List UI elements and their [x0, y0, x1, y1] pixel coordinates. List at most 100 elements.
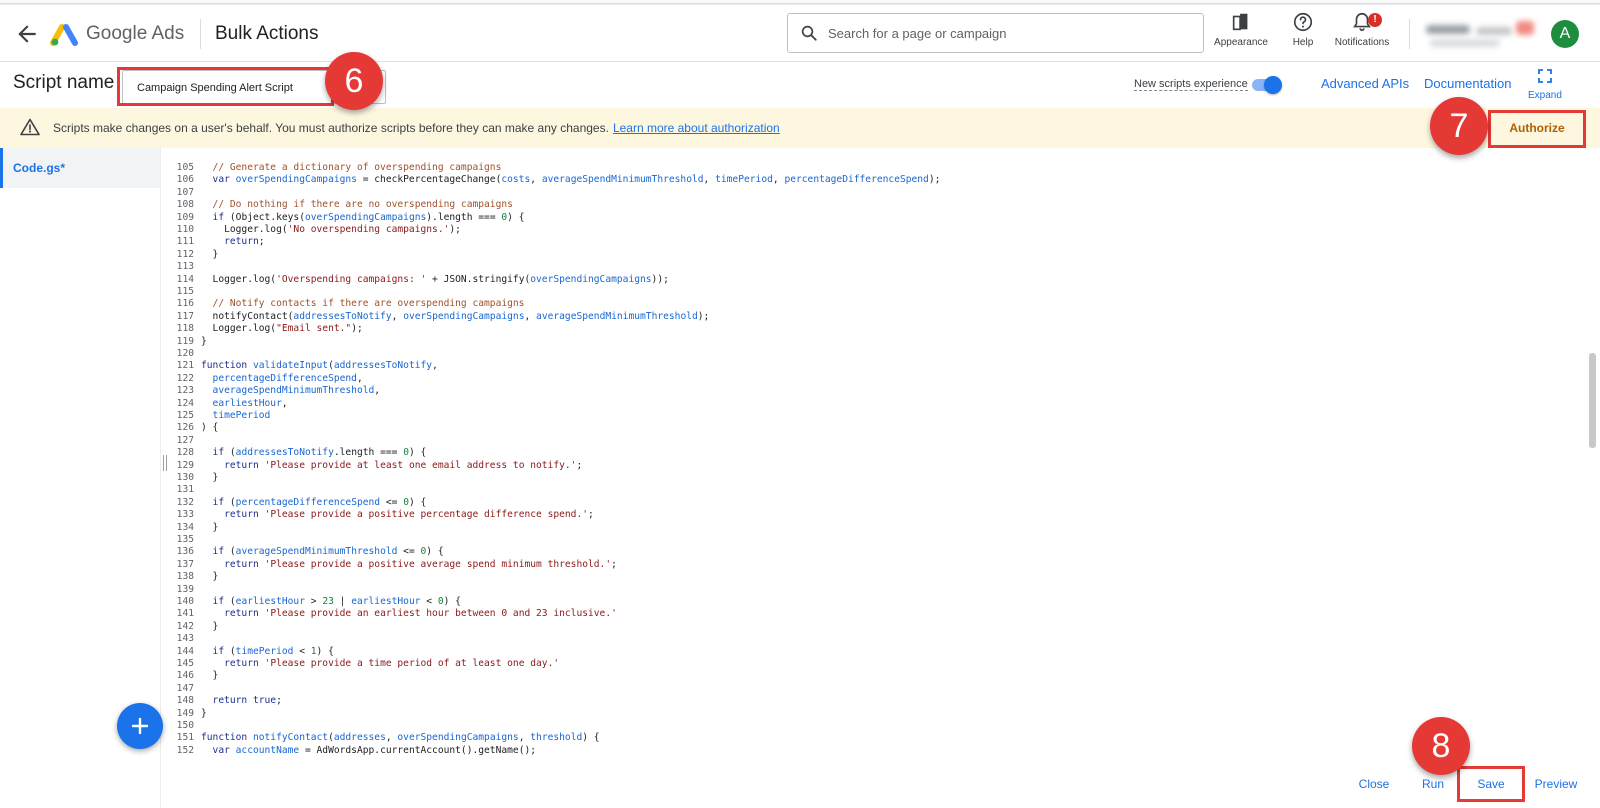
new-scripts-experience-toggle[interactable] [1250, 76, 1282, 94]
line-number: 143 [176, 633, 194, 645]
code-token: } [201, 670, 219, 682]
code-token: overSpendingCampaigns [235, 174, 357, 186]
help-button[interactable]: Help [1286, 11, 1320, 57]
scrollbar-thumb[interactable] [1589, 353, 1596, 448]
back-arrow-icon[interactable] [14, 21, 40, 47]
line-number: 128 [176, 447, 194, 459]
code-line: 119} [170, 336, 207, 348]
expand-button[interactable]: Expand [1528, 68, 1562, 101]
line-number: 107 [176, 186, 194, 198]
code-line: 121 function validateInput(addressesToNot… [170, 360, 438, 372]
code-token: notifyContact [252, 732, 329, 744]
code-line: 127 [170, 435, 201, 447]
code-token: .length === [333, 447, 404, 459]
add-file-button[interactable] [117, 703, 163, 749]
line-number: 142 [176, 620, 194, 632]
close-button[interactable]: Close [1348, 770, 1400, 798]
code-token: 'No overspending campaigns.' [287, 224, 450, 235]
warning-icon [20, 118, 40, 136]
code-token: addresses [333, 732, 386, 744]
line-number: 122 [176, 372, 194, 384]
code-token: 'Please provide an earliest hour between… [264, 608, 617, 620]
code-line: 142 } [170, 620, 219, 633]
search-icon [801, 25, 817, 41]
header-divider [200, 19, 201, 49]
code-token: if [201, 546, 230, 558]
code-token: if [201, 211, 230, 223]
editor-scrollbar[interactable] [1586, 148, 1600, 763]
line-number: 130 [176, 472, 194, 483]
google-ads-logo[interactable] [50, 21, 78, 47]
line-number: 116 [176, 298, 194, 310]
line-number: 108 [176, 199, 194, 211]
code-token: timePeriod [201, 410, 271, 421]
code-line: 118 Logger.log("Email sent."); [170, 323, 363, 335]
line-number: 136 [176, 546, 194, 558]
code-token: timePeriod [235, 645, 294, 657]
pane-resize-handle[interactable] [163, 455, 168, 471]
avatar[interactable]: A [1551, 20, 1579, 48]
code-token: )); [651, 273, 669, 285]
code-token: , [772, 174, 785, 186]
appearance-button[interactable]: Appearance [1211, 11, 1271, 57]
line-number: 112 [176, 248, 194, 260]
code-editor[interactable]: 105 // Generate a dictionary of overspen… [170, 148, 1586, 763]
advanced-apis-link[interactable]: Advanced APIs [1321, 76, 1409, 91]
search-input[interactable] [826, 22, 1190, 44]
code-token: ); [449, 224, 461, 235]
highlight-save [1457, 766, 1525, 802]
notification-badge: ! [1368, 13, 1382, 27]
code-line: 144 if (timePeriod < 1) { [170, 646, 334, 658]
code-token: earliestHour [201, 397, 282, 409]
code-line: 149} [170, 708, 207, 720]
authorization-banner: Scripts make changes on a user's behalf.… [0, 108, 1600, 148]
code-token: , [356, 372, 363, 384]
code-token: } [201, 335, 207, 347]
code-token: ) { [408, 496, 427, 508]
code-token: averageSpendMinimumThreshold [536, 310, 698, 322]
search-box[interactable] [787, 13, 1204, 53]
code-token: "Email sent." [276, 323, 352, 335]
notifications-button[interactable]: ! Notifications [1330, 11, 1394, 57]
code-token: (Object.keys( [229, 211, 305, 223]
code-token: Logger.log( [201, 323, 277, 335]
file-item-code-gs[interactable]: Code.gs* [0, 148, 160, 188]
learn-more-authorization-link[interactable]: Learn more about authorization [613, 121, 780, 135]
code-token: return [201, 459, 265, 471]
code-token: if [201, 645, 230, 657]
code-token: <= [380, 496, 404, 508]
line-number: 141 [176, 608, 194, 620]
code-token: if [201, 496, 230, 508]
line-number: 111 [176, 236, 194, 248]
line-number: 152 [176, 744, 194, 756]
documentation-link[interactable]: Documentation [1424, 76, 1511, 91]
code-token: <= [397, 546, 421, 558]
help-icon [1293, 12, 1313, 32]
line-number: 105 [176, 162, 194, 173]
code-token: 'Please provide a positive average spend… [264, 558, 612, 570]
top-app-bar: Google Ads Bulk Actions Appearance Help … [0, 5, 1600, 62]
code-token: ; [258, 236, 265, 248]
code-token: , [374, 385, 381, 397]
code-token: percentageDifferenceSpend [201, 372, 357, 384]
code-token: + JSON.stringify( [426, 273, 531, 285]
code-line: 152 var accountName = AdWordsApp.current… [170, 745, 536, 757]
code-token: return [201, 658, 265, 669]
line-number: 132 [176, 496, 194, 508]
line-number: 115 [176, 286, 194, 297]
code-line: 132 if (percentageDifferenceSpend <= 0) … [170, 496, 427, 509]
account-info-blurred[interactable] [1420, 21, 1540, 51]
code-token: return [201, 558, 265, 570]
script-name-label: Script name [13, 72, 115, 93]
highlight-authorize [1488, 110, 1586, 148]
preview-button[interactable]: Preview [1525, 770, 1587, 798]
line-number: 113 [176, 261, 194, 273]
code-line: 139 [170, 584, 201, 596]
code-token: = checkPercentageChange( [356, 174, 502, 186]
new-scripts-experience-label: New scripts experience [1134, 78, 1248, 91]
code-token: percentageDifferenceSpend [235, 496, 381, 508]
code-token: > [304, 596, 323, 607]
code-line: 125 timePeriod [170, 410, 271, 422]
code-line: 137 return 'Please provide a positive av… [170, 559, 617, 571]
code-token: var [201, 174, 236, 186]
